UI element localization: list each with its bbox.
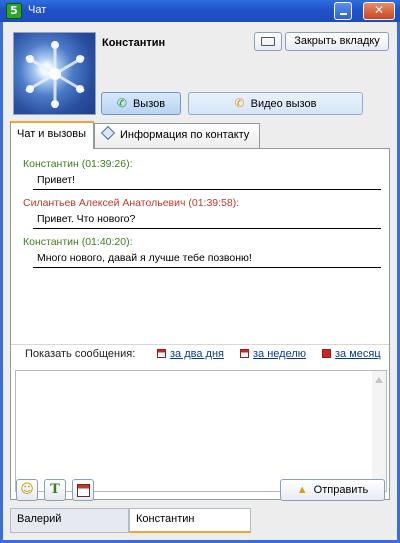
calendar-icon	[76, 484, 90, 497]
avatar	[13, 32, 96, 115]
call-label: Вызов	[132, 98, 166, 110]
calendar-icon	[322, 349, 331, 358]
phone-icon: ✆	[116, 96, 127, 110]
contact-tab-konstantin[interactable]: Константин	[129, 508, 251, 533]
history-month-link[interactable]: за месяц	[322, 348, 381, 360]
message-text: Привет!	[37, 174, 75, 186]
send-label: Отправить	[313, 484, 369, 496]
history-filter-bar: Показать сообщения: за два дня за неделю…	[11, 344, 389, 362]
calendar-icon	[157, 349, 166, 358]
message-text: Много нового, давай я лучше тебе позвоню…	[37, 252, 252, 264]
input-scrollbar[interactable]	[372, 371, 386, 491]
tab-chat-and-calls[interactable]: Чат и вызовы	[10, 121, 94, 149]
chat-window: 5 Чат ✕ Константин Закрыть вкладку ✆ Выз…	[0, 0, 400, 543]
message-text: Привет. Что нового?	[37, 213, 136, 225]
compose-toolbar: ☺ T ▲ Отправить	[10, 476, 390, 506]
contact-name: Константин	[102, 37, 166, 49]
message-input[interactable]	[15, 370, 387, 492]
close-tab-button[interactable]: Закрыть вкладку	[285, 32, 389, 51]
window-title: Чат	[28, 4, 47, 16]
video-phone-icon: ✆	[234, 96, 245, 110]
contact-card-button[interactable]	[254, 32, 282, 51]
history-label: Показать сообщения:	[25, 348, 136, 360]
video-call-label: Видео вызов	[250, 98, 317, 110]
message-sender: Силантьев Алексей Анатольевич (01:39:58)…	[23, 197, 240, 209]
send-arrow-icon: ▲	[296, 484, 308, 496]
message-sender: Константин (01:39:26):	[23, 158, 133, 170]
message-history[interactable]: Константин (01:39:26): Привет! Силантьев…	[15, 153, 385, 318]
tab-contact-info-label: Информация по контакту	[120, 129, 250, 141]
send-button[interactable]: ▲ Отправить	[280, 479, 385, 501]
chat-panel: Константин (01:39:26): Привет! Силантьев…	[10, 148, 390, 500]
history-week-link[interactable]: за неделю	[240, 348, 306, 360]
business-card-icon	[261, 37, 275, 46]
minimize-button[interactable]	[334, 2, 352, 20]
call-button[interactable]: ✆ Вызов	[101, 92, 181, 115]
client-area: Константин Закрыть вкладку ✆ Вызов ✆ Видео…	[3, 22, 397, 540]
calendar-button[interactable]	[72, 479, 94, 501]
app-logo-icon: 5	[6, 3, 22, 19]
close-button[interactable]: ✕	[363, 2, 395, 20]
info-diamond-icon	[100, 125, 116, 141]
message-divider	[33, 267, 381, 268]
tab-contact-info[interactable]: Информация по контакту	[94, 123, 260, 148]
smile-icon[interactable]: ☺	[16, 479, 38, 501]
message-divider	[33, 189, 381, 190]
calendar-icon	[240, 349, 249, 358]
scroll-up-icon[interactable]	[375, 377, 383, 383]
message-divider	[33, 228, 381, 229]
message-sender: Константин (01:40:20):	[23, 236, 133, 248]
title-bar: 5 Чат ✕	[0, 0, 400, 22]
contact-tab-valeriy[interactable]: Валерий	[10, 508, 129, 533]
history-two-days-link[interactable]: за два дня	[157, 348, 224, 360]
font-icon[interactable]: T	[44, 479, 66, 501]
snowflake-image	[25, 41, 85, 108]
video-call-button[interactable]: ✆ Видео вызов	[188, 92, 363, 115]
